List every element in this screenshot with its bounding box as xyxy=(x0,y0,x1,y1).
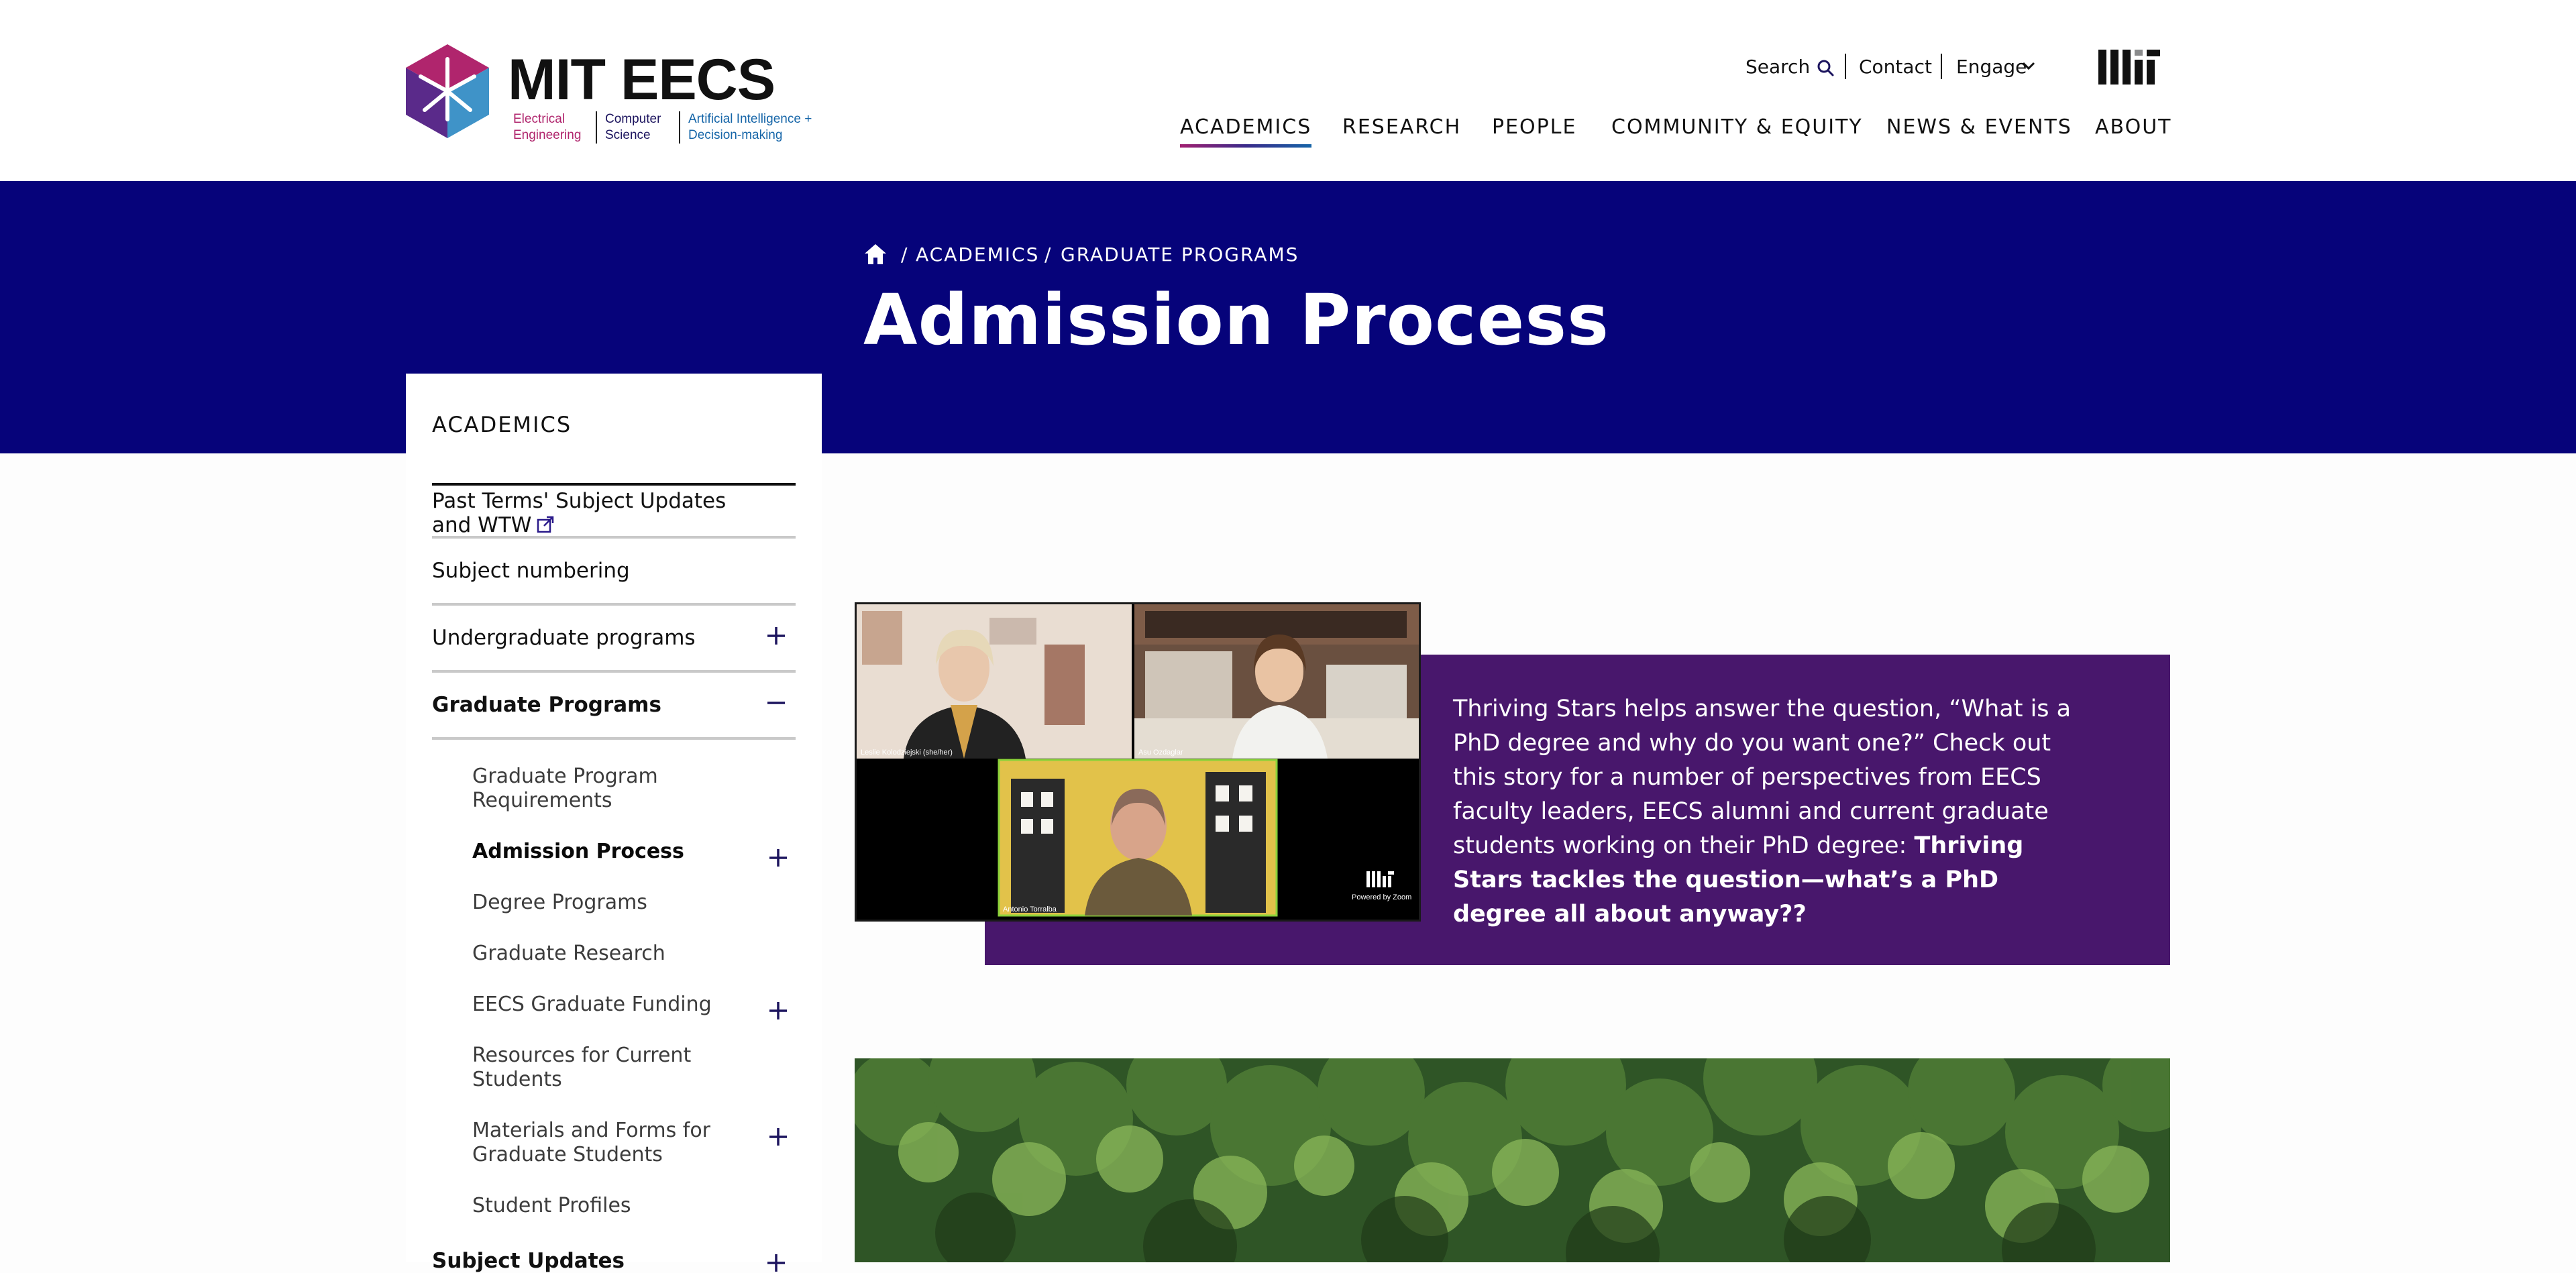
zoom-call-image: Leslie Kolodziejski (she/her) Asu Ozdagl… xyxy=(857,604,1419,920)
sidebar-subitem-materials-forms[interactable]: Materials and Forms for Graduate Student… xyxy=(472,1119,741,1167)
sidebar-subitem-label: Student Profiles xyxy=(472,1194,631,1217)
sidebar-subitem-graduate-funding[interactable]: EECS Graduate Funding xyxy=(472,993,796,1017)
plus-icon[interactable] xyxy=(768,848,788,868)
sidebar-subitem-label: Resources for Current Students xyxy=(472,1044,692,1091)
sidebar-item-label: Subject Updates xyxy=(432,1249,625,1273)
sidebar-item-label: Undergraduate programs xyxy=(432,626,696,650)
story-text: Thriving Stars helps answer the question… xyxy=(1453,692,2097,932)
sidebar-subitem-label: Admission Process xyxy=(472,840,684,863)
zoom-call-photo[interactable]: Leslie Kolodziejski (she/her) Asu Ozdagl… xyxy=(855,602,1421,922)
plus-icon[interactable] xyxy=(766,626,786,646)
nav-academics[interactable]: ACADEMICS xyxy=(1180,113,1312,148)
plus-icon[interactable] xyxy=(768,1127,788,1147)
search-icon[interactable] xyxy=(1815,58,1835,78)
campus-trees-photo xyxy=(855,1058,2170,1262)
sidebar-subitem-program-requirements[interactable]: Graduate Program Requirements xyxy=(472,765,796,813)
search-link[interactable]: Search xyxy=(1746,54,1810,80)
mit-logo-icon[interactable] xyxy=(2098,50,2160,85)
logo-wordmark: MIT EECS xyxy=(508,48,775,112)
sidebar-subitem-degree-programs[interactable]: Degree Programs xyxy=(472,891,796,915)
sidebar-subitem-student-profiles[interactable]: Student Profiles xyxy=(472,1194,796,1218)
page-banner: / ACADEMICS / GRADUATE PROGRAMS Admissio… xyxy=(0,181,2576,453)
nav-news-events[interactable]: NEWS & EVENTS xyxy=(1886,113,2072,148)
logo-sub-cs: Computer Science xyxy=(605,112,661,142)
sidebar-item-undergraduate[interactable]: Undergraduate programs xyxy=(432,606,796,673)
logo-sub-ai: Artificial Intelligence + Decision-makin… xyxy=(688,112,812,142)
sidebar-subitem-label: EECS Graduate Funding xyxy=(472,993,712,1016)
sidebar-subitem-label: Graduate Research xyxy=(472,942,665,965)
utility-divider xyxy=(1845,54,1846,79)
sidebar-subitem-label: Degree Programs xyxy=(472,891,647,914)
home-icon[interactable] xyxy=(863,243,888,266)
mit-eecs-logo[interactable]: MIT EECS Electrical Engineering Computer… xyxy=(406,44,835,145)
chevron-down-icon[interactable] xyxy=(2021,58,2037,74)
breadcrumb-separator: / xyxy=(1044,243,1053,266)
breadcrumb-separator: / xyxy=(901,243,909,266)
caption-1: Leslie Kolodziejski (she/her) xyxy=(861,749,953,757)
trees-image xyxy=(855,1058,2170,1262)
plus-icon[interactable] xyxy=(766,1253,786,1273)
contact-link[interactable]: Contact xyxy=(1859,54,1932,80)
caption-2: Asu Ozdaglar xyxy=(1138,749,1183,757)
sidebar-subitem-label: Graduate Program Requirements xyxy=(472,765,658,812)
page-title: Admission Process xyxy=(863,279,1610,361)
eecs-cube-logo-icon xyxy=(406,44,489,138)
sidebar-subitem-label: Materials and Forms for Graduate Student… xyxy=(472,1119,711,1166)
sidebar-item-label: Past Terms' Subject Updates and WTW xyxy=(432,489,727,537)
logo-sub-ee: Electrical Engineering xyxy=(513,112,582,142)
sidebar-subitem-admission-process[interactable]: Admission Process xyxy=(472,840,796,864)
nav-about[interactable]: ABOUT xyxy=(2095,113,2171,148)
nav-research[interactable]: RESEARCH xyxy=(1342,113,1461,148)
nav-people[interactable]: PEOPLE xyxy=(1492,113,1576,148)
external-link-icon xyxy=(537,516,554,533)
sidebar-item-label: Subject numbering xyxy=(432,559,630,583)
logo-divider xyxy=(596,111,597,144)
site-header: MIT EECS Electrical Engineering Computer… xyxy=(0,0,2576,181)
breadcrumb-academics[interactable]: ACADEMICS xyxy=(916,240,1039,270)
plus-icon[interactable] xyxy=(768,1001,788,1021)
powered-by-zoom: Powered by Zoom xyxy=(1352,893,1411,901)
sidebar-item-past-terms[interactable]: Past Terms' Subject Updates and WTW xyxy=(432,473,796,539)
nav-community-equity[interactable]: COMMUNITY & EQUITY xyxy=(1611,113,1863,148)
logo-divider xyxy=(679,111,680,144)
engage-menu[interactable]: Engage xyxy=(1956,54,2027,80)
sidebar-nav: ACADEMICS Past Terms' Subject Updates an… xyxy=(406,374,822,1273)
breadcrumb-graduate-programs[interactable]: GRADUATE PROGRAMS xyxy=(1061,240,1299,270)
sidebar-item-subject-numbering[interactable]: Subject numbering xyxy=(432,539,796,606)
utility-divider xyxy=(1941,54,1942,79)
sidebar-subitem-current-students[interactable]: Resources for Current Students xyxy=(472,1044,741,1092)
minus-icon[interactable] xyxy=(766,693,786,713)
sidebar-item-graduate-programs[interactable]: Graduate Programs xyxy=(432,673,796,740)
sidebar-item-label: Graduate Programs xyxy=(432,693,661,717)
caption-3: Antonio Torralba xyxy=(1003,905,1057,914)
sidebar-item-subject-updates[interactable]: Subject Updates xyxy=(432,1249,796,1273)
sidebar-subitem-graduate-research[interactable]: Graduate Research xyxy=(472,942,796,966)
